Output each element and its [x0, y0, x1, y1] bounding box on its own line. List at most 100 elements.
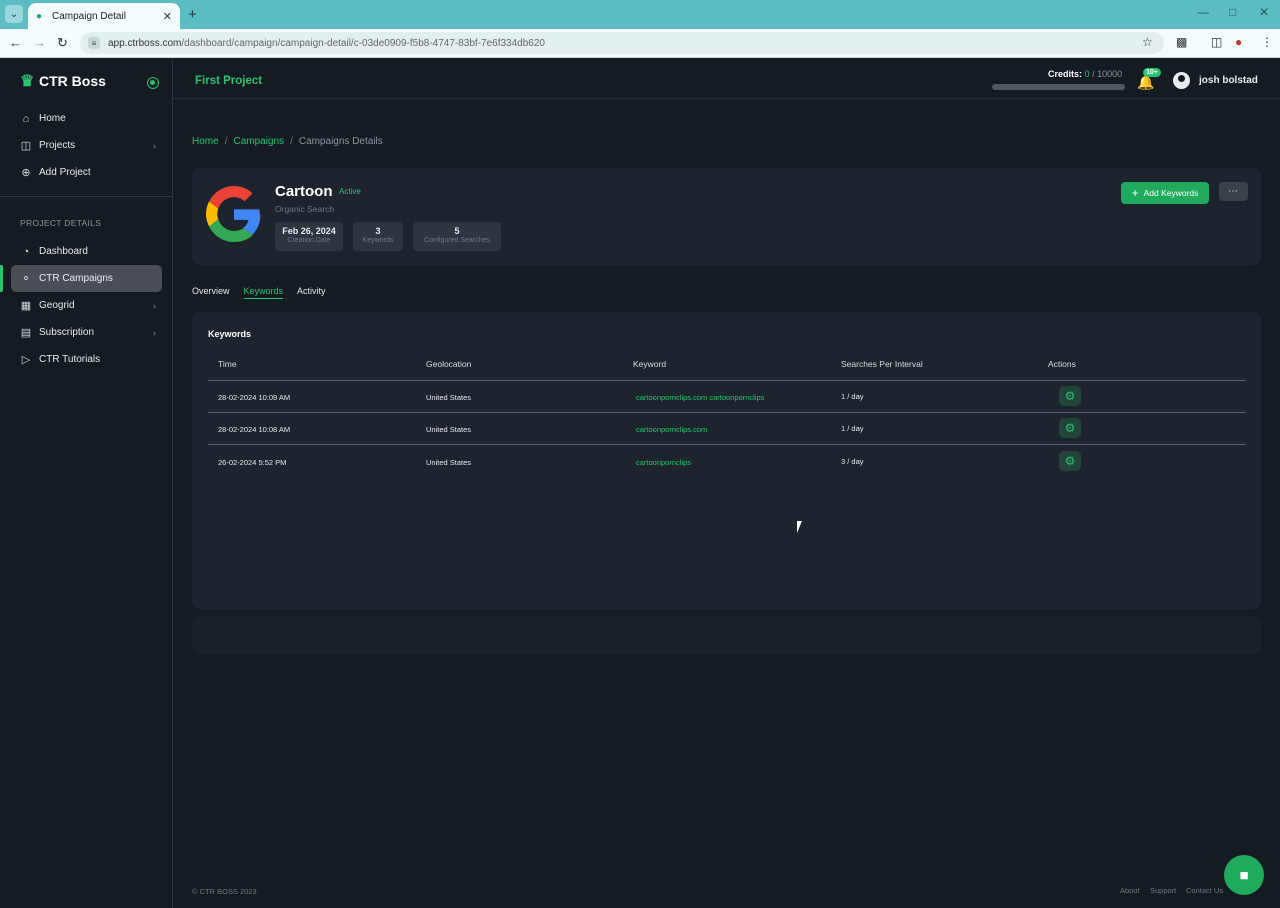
- window-close-icon[interactable]: ✕: [1259, 5, 1269, 19]
- maximize-icon[interactable]: □: [1229, 5, 1236, 19]
- campaign-header-card: Cartoon Active Organic Search Feb 26, 20…: [192, 168, 1261, 265]
- stat-creation-date: Feb 26, 2024 Creation Date: [275, 222, 343, 251]
- minimize-icon[interactable]: —: [1197, 5, 1209, 19]
- sidebar-item-label: Dashboard: [39, 246, 88, 257]
- sidebar-item-label: Subscription: [39, 327, 95, 338]
- cell-interval: 1 / day: [841, 424, 864, 433]
- settings-gear-icon[interactable]: ⚙: [1059, 418, 1081, 438]
- column-header-geolocation[interactable]: Geolocation: [426, 359, 471, 369]
- row-divider: [208, 412, 1246, 413]
- grid-icon: ▦: [20, 300, 32, 312]
- status-badge: Active: [339, 187, 361, 196]
- sidebar: ♛ CTR Boss ⌂ Home ◫ Projects › ⊕ Add Pro…: [0, 58, 173, 908]
- footer-link-support[interactable]: Support: [1150, 886, 1176, 895]
- cell-interval: 3 / day: [841, 457, 864, 466]
- sidebar-item-subscription[interactable]: ▤ Subscription ›: [11, 319, 162, 346]
- reload-icon[interactable]: ↻: [57, 35, 68, 51]
- credits-progress-bar: [992, 84, 1125, 90]
- sidebar-item-ctr-tutorials[interactable]: ▷ CTR Tutorials: [11, 346, 162, 373]
- more-options-button[interactable]: ⋯: [1219, 182, 1248, 201]
- sidebar-item-label: Projects: [39, 140, 76, 151]
- url-path: /dashboard/campaign/campaign-detail/c-03…: [181, 37, 545, 49]
- keywords-title: Keywords: [208, 329, 252, 339]
- back-icon[interactable]: ←: [9, 35, 22, 50]
- sidebar-section-title: PROJECT DETAILS: [20, 218, 102, 228]
- card-icon: ▤: [20, 327, 32, 339]
- username[interactable]: josh bolstad: [1199, 75, 1258, 86]
- home-icon: ⌂: [22, 112, 30, 125]
- footer-link-about[interactable]: About: [1120, 886, 1140, 895]
- favicon-icon: ●: [36, 11, 43, 22]
- sidebar-item-dashboard[interactable]: ◔ Dashboard: [11, 238, 162, 265]
- cell-geolocation: United States: [426, 425, 472, 434]
- tab-close-icon[interactable]: ✕: [163, 10, 172, 23]
- top-bar: First Project Credits: 0 / 10000 🔔 10+ j…: [173, 58, 1280, 99]
- browser-tab[interactable]: ● Campaign Detail ✕: [28, 3, 180, 29]
- browser-menu-icon[interactable]: ⋮: [1261, 35, 1273, 49]
- column-header-keyword[interactable]: Keyword: [633, 359, 666, 369]
- cell-time: 28-02-2024 10:08 AM: [218, 425, 291, 434]
- chevron-right-icon: ›: [153, 327, 156, 338]
- credits-label: Credits: 0 / 10000: [1048, 69, 1122, 79]
- keywords-card: Keywords Time Geolocation Keyword Search…: [192, 312, 1261, 609]
- sidebar-item-label: CTR Campaigns: [39, 273, 113, 284]
- stat-configured-searches: 5 Configured Searches: [413, 222, 501, 251]
- settings-gear-icon[interactable]: ⚙: [1059, 386, 1081, 406]
- column-header-time[interactable]: Time: [218, 359, 237, 369]
- stat-value: 5: [454, 226, 460, 236]
- sidebar-item-home[interactable]: ⌂ Home: [11, 105, 162, 132]
- profile-icon[interactable]: ●: [1235, 35, 1242, 49]
- tab-keywords[interactable]: Keywords: [243, 286, 284, 299]
- avatar[interactable]: [1173, 72, 1190, 89]
- project-title[interactable]: First Project: [195, 75, 262, 87]
- tab-activity[interactable]: Activity: [297, 286, 326, 299]
- footer-link-contact[interactable]: Contact Us: [1186, 886, 1223, 895]
- sidebar-divider: [0, 196, 172, 197]
- mouse-cursor-icon: [797, 521, 806, 533]
- chevron-right-icon: ›: [153, 140, 156, 151]
- sidebar-item-ctr-campaigns[interactable]: ⚬ CTR Campaigns: [0, 265, 162, 292]
- new-tab-button[interactable]: +: [188, 6, 197, 23]
- breadcrumb-current: Campaigns Details: [298, 136, 383, 147]
- address-bar[interactable]: ≡ app.ctrboss.com/dashboard/campaign/cam…: [80, 32, 1164, 54]
- cell-geolocation: United States: [426, 458, 472, 467]
- breadcrumb-campaigns[interactable]: Campaigns: [233, 136, 284, 147]
- cell-geolocation: United States: [426, 393, 472, 402]
- chevron-right-icon: ›: [153, 300, 156, 311]
- stat-value: Feb 26, 2024: [282, 226, 336, 236]
- sidebar-item-projects[interactable]: ◫ Projects ›: [11, 132, 162, 159]
- settings-gear-icon[interactable]: ⚙: [1059, 451, 1081, 471]
- side-panel-icon[interactable]: ◫: [1211, 35, 1222, 49]
- site-info-icon[interactable]: ≡: [88, 37, 100, 49]
- sidebar-item-add-project[interactable]: ⊕ Add Project: [11, 159, 162, 186]
- breadcrumb-home[interactable]: Home: [192, 136, 219, 147]
- stat-label: Creation Date: [287, 237, 331, 244]
- campaign-icon: ⚬: [21, 273, 31, 285]
- chat-bubble-icon[interactable]: ■: [1224, 855, 1264, 895]
- bookmark-star-icon[interactable]: ☆: [1142, 35, 1153, 49]
- notification-badge: 10+: [1143, 68, 1161, 77]
- cell-keyword[interactable]: cartoonpornclips.com cartoonpornclips: [636, 393, 764, 402]
- credits-used: 0: [1084, 69, 1090, 79]
- forward-icon[interactable]: →: [33, 35, 46, 50]
- empty-panel: [192, 616, 1261, 654]
- extensions-icon[interactable]: ▩: [1176, 35, 1187, 49]
- row-divider: [208, 444, 1246, 445]
- tab-title: Campaign Detail: [52, 10, 126, 22]
- add-keywords-button[interactable]: + Add Keywords: [1121, 182, 1209, 204]
- column-header-searches[interactable]: Searches Per Interval: [841, 359, 923, 369]
- tab-search-button[interactable]: ⌄: [5, 5, 23, 23]
- video-icon: ▷: [21, 354, 31, 366]
- sidebar-toggle-icon[interactable]: [147, 77, 159, 89]
- tab-overview[interactable]: Overview: [192, 286, 230, 299]
- stat-label: Keywords: [362, 237, 394, 244]
- breadcrumb: Home / Campaigns / Campaigns Details: [192, 136, 383, 147]
- stat-keywords: 3 Keywords: [353, 222, 403, 251]
- sidebar-item-geogrid[interactable]: ▦ Geogrid ›: [11, 292, 162, 319]
- campaign-type: Organic Search: [275, 204, 335, 214]
- cell-keyword[interactable]: cartoonpornclips.com: [636, 425, 707, 434]
- cell-keyword[interactable]: cartoonpornclips: [636, 458, 691, 467]
- brand[interactable]: ♛ CTR Boss: [20, 70, 106, 92]
- sidebar-item-label: Home: [39, 113, 66, 124]
- credits-label-text: Credits:: [1048, 69, 1083, 79]
